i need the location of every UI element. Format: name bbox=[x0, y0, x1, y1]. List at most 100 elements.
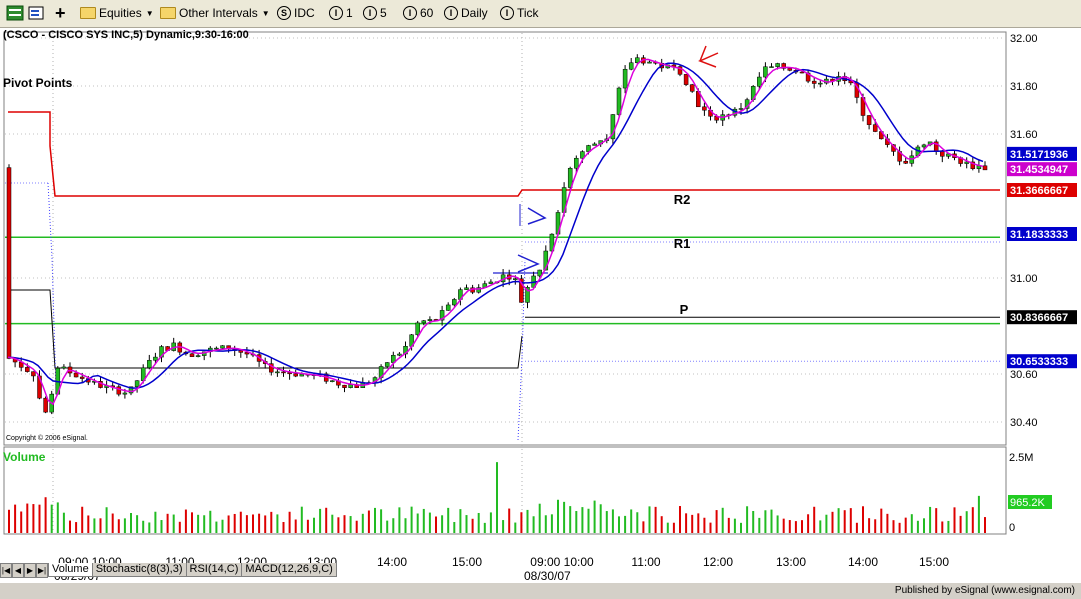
properties-icon[interactable] bbox=[28, 3, 46, 23]
interval-icon: I bbox=[363, 6, 377, 20]
candle-body bbox=[348, 384, 353, 388]
other-intervals-label: Other Intervals bbox=[179, 6, 258, 20]
interval-60-label: 60 bbox=[420, 6, 434, 20]
candle-body bbox=[689, 84, 695, 92]
candle-body bbox=[79, 376, 85, 379]
candle-body bbox=[811, 80, 817, 84]
idc-button[interactable]: S IDC bbox=[277, 3, 315, 23]
status-bar: Published by eSignal (www.esignal.com) bbox=[0, 583, 1081, 599]
volume-tick-zero: 0 bbox=[1009, 522, 1015, 534]
other-intervals-dropdown[interactable]: Other Intervals ▼ bbox=[160, 3, 270, 23]
pivot-label: P bbox=[680, 302, 689, 317]
candle-body bbox=[25, 367, 30, 372]
candle-body bbox=[628, 62, 634, 70]
pivot-label: R1 bbox=[674, 236, 691, 251]
candle-body bbox=[214, 347, 219, 350]
tab-macd[interactable]: MACD(12,26,9,C) bbox=[241, 563, 337, 577]
candle-body bbox=[134, 380, 140, 387]
price-chart[interactable]: (CSCO - CISCO SYS INC,5) Dynamic,9:30-16… bbox=[0, 28, 1081, 583]
interval-icon: I bbox=[403, 6, 417, 20]
candle-body bbox=[281, 371, 286, 374]
interval-60-button[interactable]: I 60 bbox=[403, 3, 433, 23]
price-tick-label: 31.80 bbox=[1010, 81, 1038, 93]
candle-body bbox=[769, 66, 774, 68]
next-tab-icon[interactable]: ▶ bbox=[24, 563, 36, 578]
chart-pane[interactable]: (CSCO - CISCO SYS INC,5) Dynamic,9:30-16… bbox=[0, 28, 1081, 583]
candle-body bbox=[427, 319, 433, 321]
candle-body bbox=[464, 287, 469, 290]
candle-body bbox=[982, 165, 988, 171]
first-tab-icon[interactable]: |◀ bbox=[0, 563, 12, 578]
candle-body bbox=[445, 304, 451, 311]
time-tick-label: 15:00 bbox=[452, 555, 482, 569]
candle-body bbox=[116, 386, 122, 395]
prev-tab-icon[interactable]: ◀ bbox=[12, 563, 24, 578]
tick-label: Tick bbox=[517, 6, 539, 20]
candle-body bbox=[73, 372, 79, 378]
folder-icon bbox=[80, 7, 96, 19]
daily-label: Daily bbox=[461, 6, 488, 20]
folder-icon bbox=[160, 7, 176, 19]
tab-stochastic[interactable]: Stochastic(8(3),3) bbox=[91, 563, 187, 577]
interval-5-label: 5 bbox=[380, 6, 387, 20]
volume-panel-frame bbox=[3, 446, 1007, 535]
tab-volume[interactable]: Volume bbox=[48, 563, 93, 577]
published-by: Published by eSignal (www.esignal.com) bbox=[894, 585, 1075, 596]
price-tick-label: 31.60 bbox=[1010, 129, 1038, 141]
candle-body bbox=[147, 360, 152, 369]
tab-rsi[interactable]: RSI(14,C) bbox=[185, 563, 243, 577]
equities-label: Equities bbox=[99, 6, 142, 20]
price-tags: 31.5171936 31.4534947 31.3666667 31.1833333… bbox=[1007, 146, 1077, 369]
equities-dropdown[interactable]: Equities ▼ bbox=[80, 3, 154, 23]
candle-body bbox=[683, 74, 689, 85]
volume-label: Volume bbox=[3, 450, 46, 464]
price-tag-label: 31.3666667 bbox=[1010, 185, 1068, 197]
interval-icon: I bbox=[444, 6, 458, 20]
time-tick-label: 14:00 bbox=[377, 555, 407, 569]
candle-body bbox=[787, 68, 793, 71]
candle-body bbox=[6, 167, 12, 359]
candle-body bbox=[122, 392, 128, 395]
candle-body bbox=[238, 350, 244, 353]
copyright-text: Copyright © 2006 eSignal. bbox=[6, 434, 88, 442]
candle-body bbox=[757, 76, 762, 87]
chevron-down-icon: ▼ bbox=[261, 8, 270, 18]
tick-button[interactable]: I Tick bbox=[500, 3, 539, 23]
candle-body bbox=[220, 345, 225, 349]
chart-type-icon[interactable] bbox=[6, 3, 24, 23]
interval-icon: I bbox=[500, 6, 514, 20]
candle-body bbox=[415, 322, 420, 336]
candle-body bbox=[31, 371, 36, 377]
last-tab-icon[interactable]: ▶| bbox=[36, 563, 48, 578]
time-tick-label: 09:00 10:00 bbox=[530, 555, 594, 569]
interval-1-label: 1 bbox=[346, 6, 353, 20]
candle-body bbox=[342, 384, 347, 388]
interval-1-button[interactable]: I1 bbox=[329, 3, 353, 23]
candle-body bbox=[799, 71, 805, 74]
price-tag-label: 30.6533333 bbox=[1010, 356, 1068, 368]
candle-body bbox=[872, 124, 878, 132]
candle-body bbox=[488, 281, 494, 284]
interval-icon: I bbox=[329, 6, 343, 20]
candle-body bbox=[622, 68, 628, 89]
candle-body bbox=[299, 373, 305, 377]
add-icon[interactable]: + bbox=[55, 3, 66, 23]
candle-body bbox=[921, 144, 927, 148]
candle-body bbox=[775, 63, 780, 67]
chevron-down-icon: ▼ bbox=[145, 8, 154, 18]
candle-body bbox=[592, 143, 597, 146]
pivot-label: R2 bbox=[674, 192, 691, 207]
time-tick-label: 13:00 bbox=[776, 555, 806, 569]
candle-body bbox=[647, 61, 652, 64]
price-tick-label: 31.00 bbox=[1010, 273, 1038, 285]
daily-button[interactable]: I Daily bbox=[444, 3, 488, 23]
study-label: Pivot Points bbox=[3, 76, 73, 90]
candle-body bbox=[903, 160, 908, 164]
time-tick-label: 14:00 bbox=[848, 555, 878, 569]
time-tick-label: 12:00 bbox=[703, 555, 733, 569]
time-tick-label: 11:00 bbox=[631, 555, 660, 569]
candle-body bbox=[275, 371, 280, 374]
candle-body bbox=[452, 299, 457, 306]
interval-5-button[interactable]: I5 bbox=[363, 3, 387, 23]
candle-body bbox=[866, 115, 872, 125]
